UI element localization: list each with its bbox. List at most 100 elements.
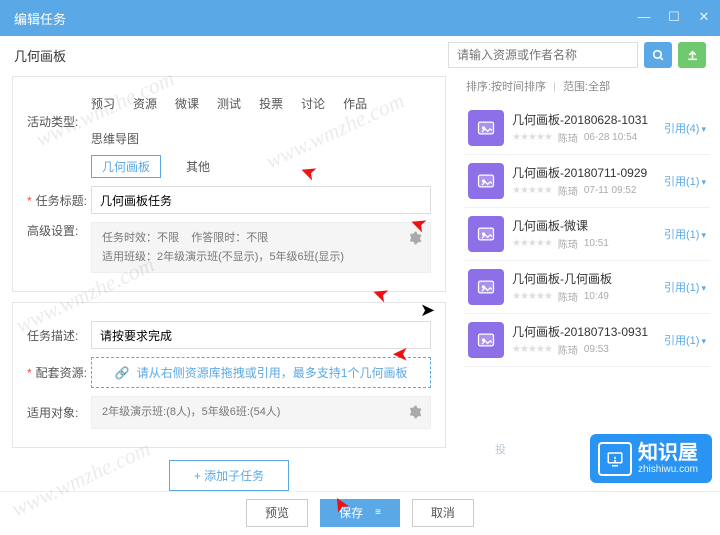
brand-url: zhishiwu.com [638,464,698,475]
resource-time: 10:51 [584,238,609,249]
add-subtask-button[interactable]: + 添加子任务 [169,460,289,491]
resource-type-icon [468,216,504,252]
resource-author: 陈琦 [558,289,578,304]
filter-sort[interactable]: 排序:按时间排序 [466,81,546,93]
rating-stars: ★★★★★ [512,291,552,302]
quote-button[interactable]: 引用(1)▾ [664,332,706,348]
resource-time: 10:49 [584,291,609,302]
resource-body: 几何画板-20180711-0929 ★★★★★ 陈琦 07-11 09:52 [512,164,656,198]
task-title-label: 任务标题: [27,192,91,209]
pill-geometry[interactable]: 几何画板 [91,155,161,178]
window-title: 编辑任务 [14,9,66,28]
cancel-button[interactable]: 取消 [412,499,474,527]
activity-tabs: 预习 资源 微课 测试 投票 讨论 作品 思维导图 [91,95,431,147]
advanced-line2: 适用班级：2年级演示班(不显示)，5年级6班(显示) [102,251,344,263]
resource-author: 陈琦 [558,183,578,198]
tab-resource[interactable]: 资源 [133,95,157,112]
brand-name: 知识屋 [638,442,698,464]
task-title-input[interactable] [91,186,431,214]
subheader-title: 几何画板 [14,46,66,65]
resource-type-icon [468,322,504,358]
tab-vote[interactable]: 投票 [259,95,283,112]
tab-preview[interactable]: 预习 [91,95,115,112]
resource-time: 06-28 10:54 [584,132,637,143]
pill-other[interactable]: 其他 [175,155,221,178]
resource-author: 陈琦 [558,342,578,357]
subheader: 几何画板 [0,36,720,72]
filter-scope[interactable]: 范围:全部 [563,81,610,93]
resource-time: 09:53 [584,344,609,355]
advanced-line1a: 任务时效：不限 [102,232,179,244]
chevron-down-icon: ▾ [701,177,706,187]
card-activity: 活动类型: 预习 资源 微课 测试 投票 讨论 作品 思维导图 几何画板 其他 … [12,76,446,292]
rating-stars: ★★★★★ [512,132,552,143]
chevron-down-icon: ▾ [701,336,706,346]
chevron-down-icon: ▾ [701,283,706,293]
advanced-line1b: 作答限时：不限 [191,232,268,244]
minimize-icon[interactable]: — [636,10,652,26]
resource-title: 几何画板-几何画板 [512,270,656,287]
resource-item[interactable]: 几何画板-几何画板 ★★★★★ 陈琦 10:49 引用(1)▾ [464,261,710,314]
resource-meta: ★★★★★ 陈琦 07-11 09:52 [512,183,656,198]
preview-button[interactable]: 预览 [246,499,308,527]
activity-type-label: 活动类型: [27,113,91,130]
tab-discuss[interactable]: 讨论 [301,95,325,112]
brand-badge: 知识屋 zhishiwu.com [590,434,712,483]
upload-button[interactable] [678,42,706,68]
quote-button[interactable]: 引用(1)▾ [664,173,706,189]
brand-icon [598,442,632,476]
gear-icon-2[interactable] [408,405,422,426]
resource-title: 几何画板-20180628-1031 [512,111,656,128]
quote-button[interactable]: 引用(4)▾ [664,120,706,136]
tab-works[interactable]: 作品 [343,95,367,112]
resource-title: 几何画板-20180711-0929 [512,164,656,181]
chevron-down-icon: ▾ [701,230,706,240]
resource-item[interactable]: 几何画板-20180713-0931★★★★★陈琦09:53引用(1)▾ [464,314,710,367]
target-box: 2年级演示班:(8人)，5年级6班:(54人) [91,396,431,429]
resource-type-icon [468,163,504,199]
resource-list: 几何画板-20180628-1031 ★★★★★ 陈琦 06-28 10:54 引用(4… [464,102,710,367]
resource-meta: ★★★★★ 陈琦 10:49 [512,289,656,304]
target-label: 适用对象: [27,404,91,421]
resource-meta: ★★★★★ 陈琦 10:51 [512,236,656,251]
quote-button[interactable]: 引用(1)▾ [664,226,706,242]
recommend-label: 投 [495,441,506,457]
save-button[interactable]: 保存≡ [320,499,400,527]
chevron-down-icon: ▾ [701,124,706,134]
search-input[interactable] [448,42,638,68]
right-pane: 排序:按时间排序 | 范围:全部 几何画板-20180628-1031★★★★★… [458,72,720,491]
tab-mindmap[interactable]: 思维导图 [91,130,139,147]
search-button[interactable] [644,42,672,68]
rating-stars: ★★★★★ [512,185,552,196]
searchbar [448,42,706,68]
resource-title: 几何画板-微课 [512,217,656,234]
resource-body: 几何画板-20180628-1031 ★★★★★ 陈琦 06-28 10:54 [512,111,656,145]
resource-dropzone[interactable]: 🔗 请从右侧资源库拖拽或引用，最多支持1个几何画板 [91,357,431,388]
rating-stars: ★★★★★ [512,238,552,249]
advanced-label: 高级设置: [27,222,91,239]
maximize-icon[interactable]: ☐ [666,10,682,26]
tab-test[interactable]: 测试 [217,95,241,112]
resource-time: 07-11 09:52 [584,185,637,196]
resource-item[interactable]: 几何画板-20180628-1031 ★★★★★ 陈琦 06-28 10:54 引用(4… [464,102,710,155]
resource-type-icon [468,269,504,305]
target-value: 2年级演示班:(8人)，5年级6班:(54人) [102,406,280,418]
desc-input[interactable] [91,321,431,349]
advanced-settings-box: 任务时效：不限 作答限时：不限 适用班级：2年级演示班(不显示)，5年级6班(显… [91,222,431,273]
tab-micro[interactable]: 微课 [175,95,199,112]
resource-body: 几何画板-微课 ★★★★★ 陈琦 10:51 [512,217,656,251]
resource-meta: ★★★★★ 陈琦 06-28 10:54 [512,130,656,145]
rating-stars: ★★★★★ [512,344,552,355]
window-controls: — ☐ ✕ [636,10,712,26]
resource-author: 陈琦 [558,236,578,251]
search-icon [652,49,665,62]
quote-button[interactable]: 引用(1)▾ [664,279,706,295]
close-icon[interactable]: ✕ [696,10,712,26]
gear-icon[interactable] [408,231,422,252]
desc-label: 任务描述: [27,327,91,344]
resource-hint: 请从右侧资源库拖拽或引用，最多支持1个几何画板 [137,366,408,380]
resource-author: 陈琦 [558,130,578,145]
resource-label: 配套资源: [27,364,91,381]
resource-item[interactable]: 几何画板-微课 ★★★★★ 陈琦 10:51 引用(1)▾ [464,208,710,261]
resource-item[interactable]: 几何画板-20180711-0929 ★★★★★ 陈琦 07-11 09:52 引用(1… [464,155,710,208]
